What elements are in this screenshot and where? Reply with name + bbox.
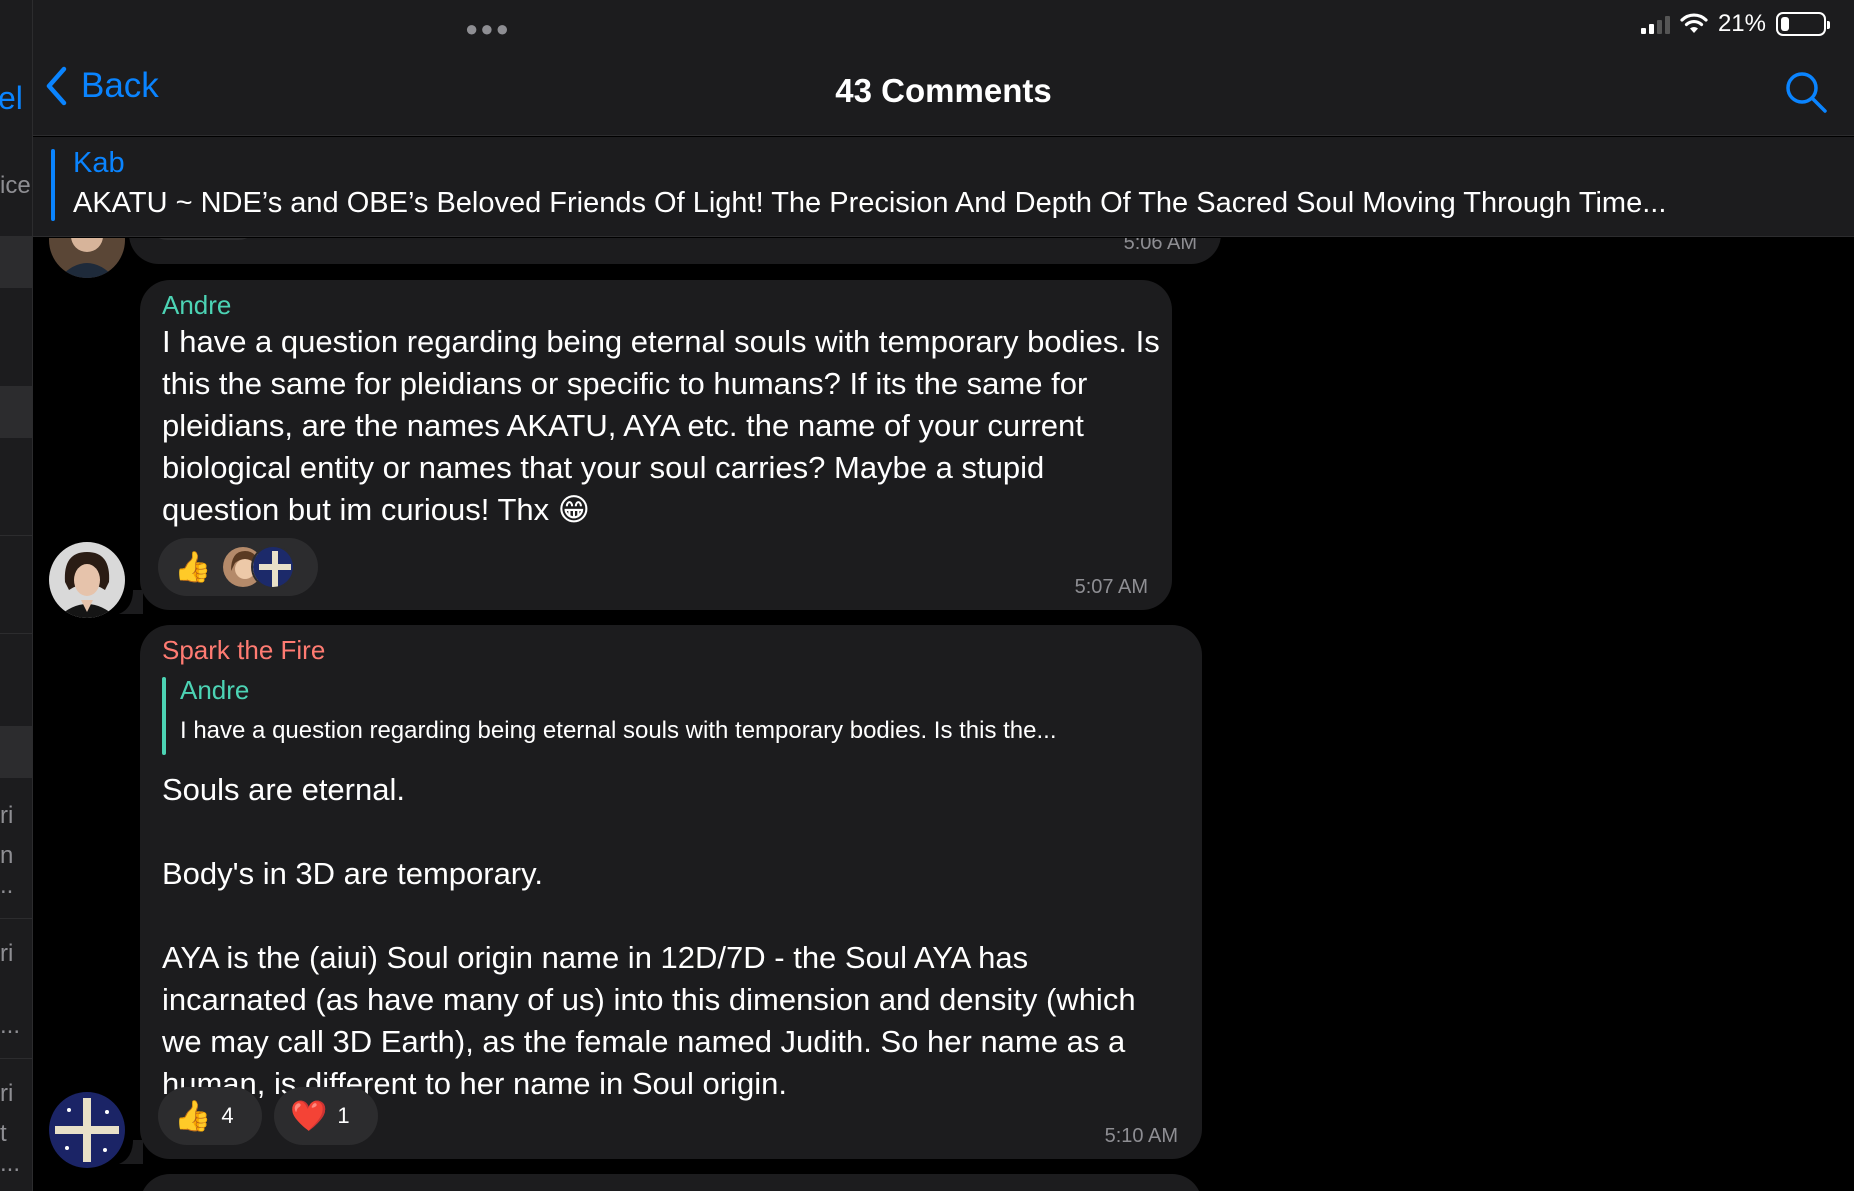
- message-bubble[interactable]: Spark the Fire Andre I have a question r…: [140, 625, 1202, 1159]
- reply-author: Andre: [180, 675, 250, 705]
- avatar[interactable]: [49, 238, 125, 278]
- cellular-signal-icon: [1640, 14, 1670, 34]
- background-app-text-fragment: ri: [0, 940, 14, 967]
- background-app-text-fragment: ...: [0, 1150, 21, 1177]
- reply-accent-bar: [162, 677, 166, 755]
- thumbs-up-icon: 👍: [174, 550, 212, 584]
- message-text: Souls are eternal. Body's in 3D are temp…: [162, 772, 1136, 1101]
- background-app-text-fragment: ri: [0, 1080, 14, 1107]
- status-indicators: 21%: [1640, 10, 1830, 38]
- page-title: 43 Comments: [835, 72, 1052, 109]
- message-time: 5:06 AM: [1123, 238, 1197, 254]
- message-text: I have a question regarding being eterna…: [162, 324, 1160, 527]
- background-app-row: [0, 386, 32, 438]
- navigation-bar: Back 43 Comments: [33, 50, 1854, 136]
- bubble-tail: [119, 590, 143, 614]
- avatar[interactable]: [49, 1092, 125, 1168]
- message-time: 5:10 AM: [1104, 1125, 1178, 1147]
- background-app-text-fragment: ice: [0, 172, 31, 199]
- reaction-chip[interactable]: 👍: [158, 538, 318, 596]
- avatar[interactable]: [49, 542, 125, 618]
- status-bar: ●●● 21%: [33, 0, 1854, 50]
- pinned-post-text: AKATU ~ NDE’s and OBE’s Beloved Friends …: [73, 187, 1667, 219]
- background-app-text-fragment: n: [0, 842, 14, 869]
- background-app-text-fragment: ...: [0, 1012, 21, 1039]
- thumbs-up-icon: 👍: [174, 1099, 212, 1133]
- reaction-count: 1: [337, 1103, 350, 1128]
- message-time: 5:07 AM: [1074, 576, 1148, 598]
- reaction-chip[interactable]: ♥: [145, 238, 261, 240]
- heart-icon: ❤️: [290, 1099, 328, 1133]
- message-bubble[interactable]: Andre I have a question regarding being …: [140, 280, 1172, 610]
- message-bubble[interactable]: [140, 1174, 1202, 1191]
- background-app-divider: [0, 918, 32, 919]
- background-app-divider: [0, 633, 32, 634]
- search-icon: [1786, 72, 1827, 113]
- background-app-divider: [0, 535, 32, 536]
- message-author[interactable]: Andre: [162, 290, 231, 321]
- battery-icon: [1776, 12, 1830, 36]
- background-app-row: [0, 726, 32, 778]
- battery-level-fill: [1781, 17, 1790, 31]
- wifi-icon: [1680, 13, 1708, 33]
- message-author[interactable]: Spark the Fire: [162, 635, 325, 666]
- background-app-text-fragment: t: [0, 1120, 7, 1147]
- pinned-post-author: Kab: [73, 147, 125, 179]
- pinned-post-header[interactable]: Kab AKATU ~ NDE’s and OBE’s Beloved Frie…: [33, 137, 1854, 237]
- search-button[interactable]: [1784, 70, 1828, 119]
- reply-text: I have a question regarding being eterna…: [180, 717, 1057, 744]
- battery-percentage: 21%: [1717, 10, 1766, 37]
- reply-quote[interactable]: Andre I have a question regarding being …: [162, 673, 1182, 763]
- background-app-divider: [0, 1058, 32, 1059]
- pinned-accent-bar: [51, 149, 55, 221]
- bubble-tail: [119, 1140, 143, 1164]
- background-app-row: [0, 236, 32, 288]
- background-app-sliver[interactable]: el ice ri n .. ri ... ri t ...: [0, 0, 33, 1191]
- reactor-avatar: [251, 545, 296, 589]
- comments-panel: ●●● 21% Back 43 Comments Kab AKATU ~ NDE…: [33, 0, 1854, 1191]
- multitasking-handle[interactable]: ●●●: [465, 16, 511, 42]
- reaction-count: 4: [221, 1103, 234, 1128]
- reaction-chip[interactable]: ❤️ 1: [274, 1087, 378, 1145]
- background-app-title-fragment: el: [0, 80, 23, 116]
- message-bubble[interactable]: ♥ 5:06 AM: [129, 238, 1221, 264]
- background-app-text-fragment: ..: [0, 872, 14, 899]
- reaction-chip[interactable]: 👍 4: [158, 1087, 262, 1145]
- background-app-text-fragment: ri: [0, 802, 14, 829]
- comments-feed[interactable]: ♥ 5:06 AM Andre I have a question regard…: [33, 238, 1854, 1191]
